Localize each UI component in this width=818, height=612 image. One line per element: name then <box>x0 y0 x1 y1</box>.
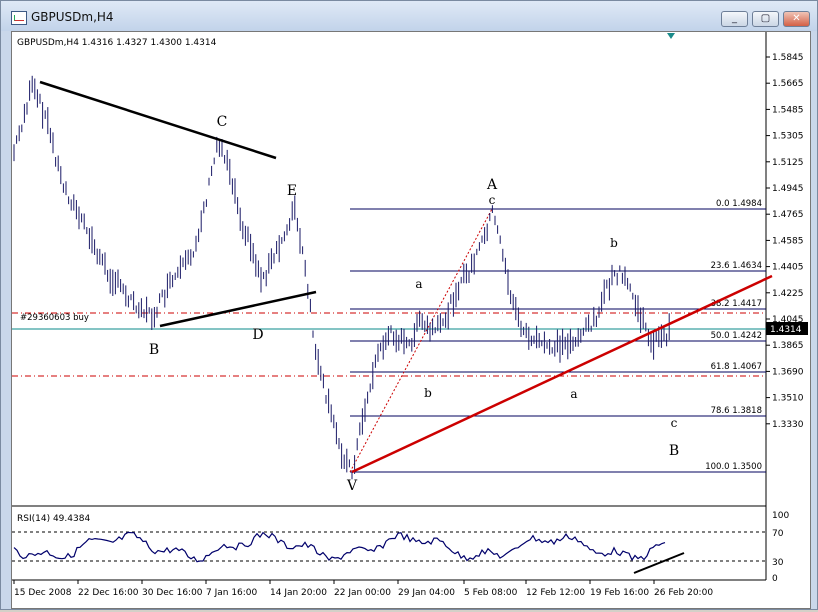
title-bar[interactable]: GBPUSDm,H4 _ ▢ ✕ <box>1 1 817 31</box>
time-axis-label: 14 Jan 20:00 <box>270 588 327 598</box>
time-axis-label: 29 Jan 04:00 <box>398 588 455 598</box>
lower-trendline[interactable] <box>159 290 317 328</box>
rsi-axis-0: 0 <box>772 574 778 584</box>
time-axis-label: 5 Feb 08:00 <box>464 588 518 598</box>
red-trendline[interactable] <box>351 274 773 474</box>
time-axis-label: 26 Feb 20:00 <box>654 588 713 598</box>
fib-level-236: 23.6 1.4634 <box>711 261 762 271</box>
fibonacci-retracement[interactable]: 0.0 1.4984 23.6 1.4634 38.2 1.4417 50.0 … <box>349 199 766 473</box>
time-axis-label: 30 Dec 16:00 <box>142 588 203 598</box>
time-axis-label: 19 Feb 16:00 <box>590 588 649 598</box>
wave-label-a2: a <box>570 387 577 401</box>
time-axis-label: 22 Jan 00:00 <box>334 588 391 598</box>
price-axis-label: 1.3330 <box>772 420 804 430</box>
chart-area[interactable]: GBPUSDm,H4 1.4316 1.4327 1.4300 1.4314 1… <box>11 31 811 609</box>
current-price-value: 1.4314 <box>770 325 802 335</box>
wave-label-D: D <box>252 327 263 343</box>
minimize-button[interactable]: _ <box>721 11 748 27</box>
close-button[interactable]: ✕ <box>783 11 810 27</box>
wave-labels: C E B D A c a b b a c B V <box>149 114 679 494</box>
rsi-axis-100: 100 <box>772 511 789 521</box>
price-axis-label: 1.5305 <box>772 132 804 142</box>
chart-app-icon <box>11 11 27 25</box>
fib-level-50: 50.0 1.4242 <box>711 331 762 341</box>
fib-level-618: 61.8 1.4067 <box>711 362 762 372</box>
rsi-label: RSI(14) 49.4384 <box>17 514 90 524</box>
fib-level-786: 78.6 1.3818 <box>711 406 762 416</box>
wave-label-A: A <box>486 177 498 193</box>
fib-level-0: 0.0 1.4984 <box>716 199 762 209</box>
wave-label-b1: b <box>424 386 432 400</box>
price-axis-label: 1.4585 <box>772 236 804 246</box>
rsi-axis-70: 70 <box>772 529 784 539</box>
window-title: GBPUSDm,H4 <box>31 10 114 24</box>
price-axis-label: 1.3690 <box>772 367 804 377</box>
price-axis-label: 1.3510 <box>772 394 804 404</box>
rsi-trendline[interactable] <box>633 552 685 574</box>
shift-marker-icon[interactable] <box>667 33 675 39</box>
order-label: #29360603 buy <box>20 313 89 323</box>
rsi-line <box>13 531 666 563</box>
price-axis-label: 1.4225 <box>772 289 804 299</box>
price-axis-label: 1.5125 <box>772 158 804 168</box>
fib-level-100: 100.0 1.3500 <box>705 462 762 472</box>
price-axis: 1.5845 1.5665 1.5485 1.5305 1.5125 1.4945 1.47… <box>766 53 804 430</box>
wave-label-E: E <box>287 183 297 199</box>
price-axis-label: 1.5845 <box>772 53 804 63</box>
rsi-axis-30: 30 <box>772 558 784 568</box>
time-axis-label: 22 Dec 16:00 <box>78 588 139 598</box>
time-axis-label: 15 Dec 2008 <box>14 588 72 598</box>
price-axis-label: 1.5665 <box>772 79 804 89</box>
wave-label-V: V <box>346 478 358 494</box>
wave-label-b2: b <box>610 236 618 250</box>
chart-window: GBPUSDm,H4 _ ▢ ✕ GBPUSDm,H4 1.4316 1.432… <box>0 0 818 610</box>
price-axis-label: 1.4945 <box>772 184 804 194</box>
wave-label-B2: B <box>669 443 679 459</box>
symbol-header: GBPUSDm,H4 1.4316 1.4327 1.4300 1.4314 <box>17 38 217 48</box>
maximize-button[interactable]: ▢ <box>752 11 779 27</box>
upper-trendline[interactable] <box>39 80 277 160</box>
wave-label-c-top: c <box>489 193 496 207</box>
price-axis-label: 1.5485 <box>772 105 804 115</box>
wave-label-C: C <box>217 114 228 130</box>
price-axis-label: 1.3865 <box>772 341 804 351</box>
wave-label-a1: a <box>415 277 422 291</box>
time-axis: 15 Dec 2008 22 Dec 16:00 30 Dec 16:00 7 Jan… <box>13 580 713 598</box>
price-axis-label: 1.4765 <box>772 210 804 220</box>
price-bars <box>13 75 670 480</box>
chart-canvas[interactable]: GBPUSDm,H4 1.4316 1.4327 1.4300 1.4314 1… <box>12 32 810 608</box>
wave-label-B: B <box>149 342 159 358</box>
wave-label-c2: c <box>671 416 678 430</box>
time-axis-label: 7 Jan 16:00 <box>206 588 258 598</box>
price-axis-label: 1.4405 <box>772 263 804 273</box>
time-axis-label: 12 Feb 12:00 <box>526 588 585 598</box>
